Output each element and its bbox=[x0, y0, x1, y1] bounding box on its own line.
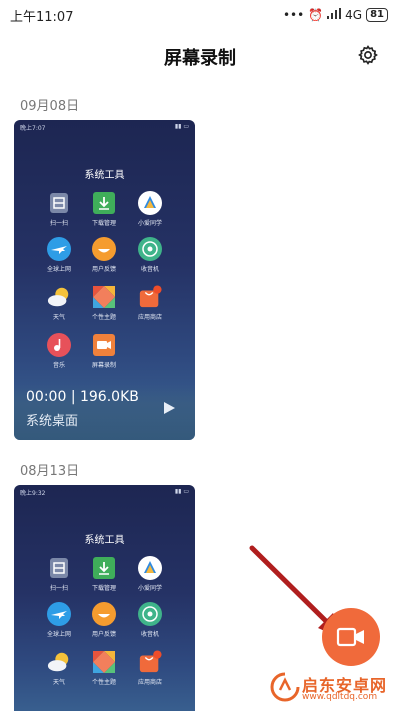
recording-card[interactable]: 晚上9:32 ▮▮ ▭ 系统工具 扫一扫 下载管理 小爱同学 全球上网 用户反馈… bbox=[14, 485, 195, 711]
app-icon-download: 下载管理 bbox=[81, 556, 127, 592]
thumb-status-icons: ▮▮ ▭ bbox=[174, 123, 189, 130]
app-icon-store: 应用商店 bbox=[127, 650, 173, 686]
thumb-folder-title: 系统工具 bbox=[84, 170, 125, 181]
thumb-time: 晚上7:07 bbox=[20, 125, 46, 132]
recording-name: 系统桌面 bbox=[26, 414, 79, 429]
signal-icon bbox=[327, 8, 342, 22]
play-icon bbox=[164, 402, 175, 414]
app-icon-global: 全球上网 bbox=[36, 237, 82, 273]
scan-icon bbox=[47, 556, 71, 580]
record-fab-button[interactable] bbox=[322, 608, 380, 666]
network-type: 4G bbox=[345, 8, 363, 22]
recording-size: 196.0KB bbox=[79, 389, 139, 405]
app-icon-scan: 扫一扫 bbox=[36, 556, 82, 592]
date-label: 08月13日 bbox=[20, 464, 80, 479]
assistant-icon bbox=[138, 556, 162, 580]
thumb-status-bar: 晚上9:32 ▮▮ ▭ bbox=[20, 488, 189, 497]
meta-divider: | bbox=[70, 389, 80, 405]
settings-button[interactable] bbox=[355, 42, 381, 68]
thumb-folder-title: 系统工具 bbox=[84, 535, 125, 546]
site-watermark: 启东安卓网 www.qdltdq.com bbox=[268, 668, 398, 708]
thumb-status-bar: 晚上7:07 ▮▮ ▭ bbox=[20, 123, 189, 132]
watermark-logo-icon bbox=[270, 672, 300, 702]
status-bar: 上午11:07 ••• ⏰ 4G 81 bbox=[0, 0, 400, 30]
app-icon-feedback: 用户反馈 bbox=[81, 237, 127, 273]
radio-icon bbox=[138, 237, 162, 261]
scan-icon bbox=[47, 191, 71, 215]
status-icons: ••• ⏰ 4G 81 bbox=[283, 8, 388, 22]
battery-icon: 81 bbox=[366, 8, 388, 22]
video-camera-icon bbox=[92, 333, 116, 357]
app-icon-weather: 天气 bbox=[36, 650, 82, 686]
app-icon-theme: 个性主题 bbox=[81, 650, 127, 686]
more-dots-icon: ••• bbox=[282, 8, 305, 22]
plane-icon bbox=[47, 602, 71, 626]
date-label: 09月08日 bbox=[20, 99, 80, 114]
app-icon-assistant: 小爱同学 bbox=[127, 556, 173, 592]
app-icon-recorder: 屏幕录制 bbox=[81, 333, 127, 369]
download-icon bbox=[92, 191, 116, 215]
app-icon-store: 应用商店 bbox=[127, 285, 173, 321]
app-header: 屏幕录制 bbox=[0, 38, 400, 74]
app-icon-assistant: 小爱同学 bbox=[127, 191, 173, 227]
recording-duration: 00:00 bbox=[26, 389, 67, 405]
app-icon-theme: 个性主题 bbox=[81, 285, 127, 321]
app-icon-radio: 收音机 bbox=[127, 237, 173, 273]
recording-meta: 00:00 | 196.0KB bbox=[26, 389, 139, 405]
music-icon bbox=[47, 333, 71, 357]
thumb-time: 晚上9:32 bbox=[20, 490, 46, 497]
smile-icon bbox=[92, 237, 116, 261]
shopping-bag-icon bbox=[138, 285, 162, 309]
radio-icon bbox=[138, 602, 162, 626]
play-button[interactable] bbox=[162, 400, 176, 414]
thumb-status-icons: ▮▮ ▭ bbox=[174, 488, 189, 495]
alarm-icon: ⏰ bbox=[308, 8, 324, 22]
weather-icon bbox=[47, 285, 71, 309]
page-title: 屏幕录制 bbox=[164, 48, 236, 69]
status-time: 上午11:07 bbox=[10, 9, 74, 25]
app-icon-global: 全球上网 bbox=[36, 602, 82, 638]
recording-card[interactable]: 晚上7:07 ▮▮ ▭ 系统工具 扫一扫 下载管理 小爱同学 全球上网 用户反馈… bbox=[14, 120, 195, 440]
gear-icon bbox=[358, 45, 378, 65]
plane-icon bbox=[47, 237, 71, 261]
theme-icon bbox=[92, 285, 116, 309]
app-icon-music: 音乐 bbox=[36, 333, 82, 369]
app-icon-weather: 天气 bbox=[36, 285, 82, 321]
weather-icon bbox=[47, 650, 71, 674]
watermark-url: www.qdltdq.com bbox=[302, 692, 378, 702]
assistant-icon bbox=[138, 191, 162, 215]
theme-icon bbox=[92, 650, 116, 674]
app-icon-scan: 扫一扫 bbox=[36, 191, 82, 227]
app-icon-feedback: 用户反馈 bbox=[81, 602, 127, 638]
app-icon-download: 下载管理 bbox=[81, 191, 127, 227]
video-camera-icon bbox=[336, 627, 364, 647]
app-icon-radio: 收音机 bbox=[127, 602, 173, 638]
download-icon bbox=[92, 556, 116, 580]
shopping-bag-icon bbox=[138, 650, 162, 674]
smile-icon bbox=[92, 602, 116, 626]
